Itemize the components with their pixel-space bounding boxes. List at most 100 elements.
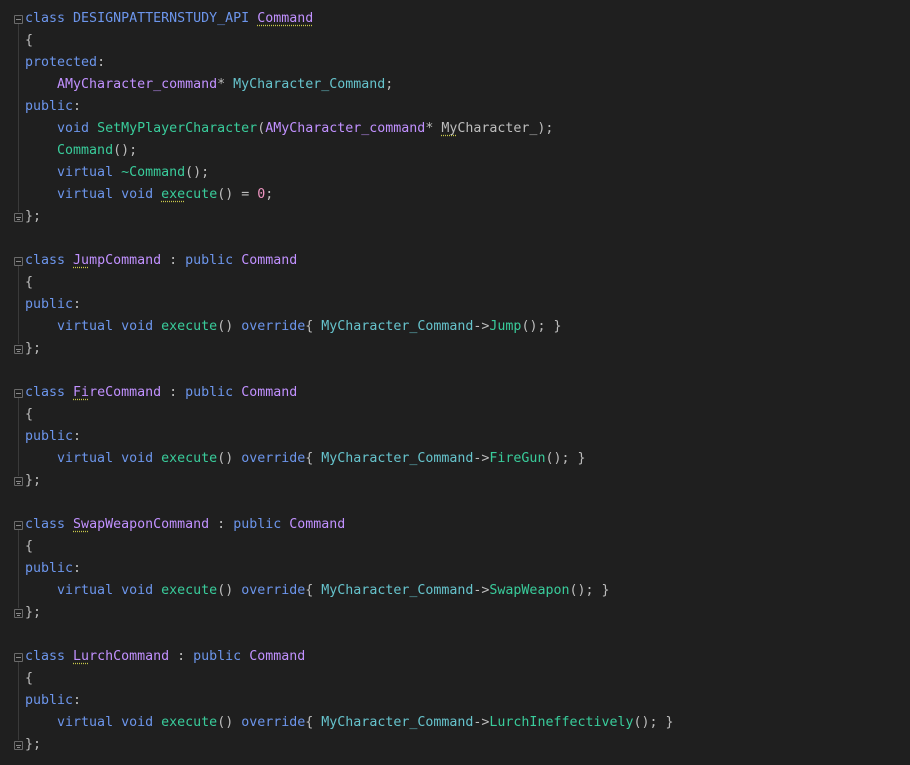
code-token: override	[241, 583, 306, 598]
code-token: execute	[161, 583, 218, 598]
code-token: (); }	[521, 319, 562, 334]
code-line[interactable]: };	[25, 338, 910, 360]
code-token: apWeaponCommand	[89, 517, 210, 532]
code-line[interactable]: Command();	[25, 140, 910, 162]
code-line[interactable]	[25, 492, 910, 514]
code-token: class	[25, 253, 66, 268]
code-line[interactable]: void SetMyPlayerCharacter(AMyCharacter_c…	[25, 118, 910, 140]
fold-guide	[18, 530, 19, 608]
code-line[interactable]: class SwapWeaponCommand : public Command	[25, 514, 910, 536]
code-token: virtual	[57, 165, 114, 180]
code-token: class	[25, 385, 66, 400]
code-line[interactable]: protected:	[25, 52, 910, 74]
code-token: virtual	[57, 187, 114, 202]
code-editor[interactable]: class DESIGNPATTERNSTUDY_API Command { pro…	[0, 0, 910, 765]
code-line[interactable]: class JumpCommand : public Command	[25, 250, 910, 272]
code-line[interactable]	[25, 228, 910, 250]
code-token: class	[25, 517, 66, 532]
code-token: *	[217, 77, 234, 92]
code-line[interactable]: virtual void execute() override{ MyChara…	[25, 580, 910, 602]
code-token: MyCharacter_Command	[321, 451, 474, 466]
fold-collapse-icon[interactable]	[14, 521, 23, 530]
code-line[interactable]: public:	[25, 426, 910, 448]
fold-end-icon[interactable]	[14, 741, 23, 750]
code-token: Character_);	[457, 121, 554, 136]
code-line[interactable]: virtual void execute() override{ MyChara…	[25, 448, 910, 470]
code-line[interactable]	[25, 624, 910, 646]
code-line[interactable]: virtual void execute() override{ MyChara…	[25, 316, 910, 338]
code-token: (); }	[569, 583, 610, 598]
code-token: MyCharacter_Command	[233, 77, 386, 92]
code-line[interactable]: };	[25, 470, 910, 492]
code-token: LurchIneffectively	[489, 715, 634, 730]
code-line[interactable]: public:	[25, 690, 910, 712]
fold-collapse-icon[interactable]	[14, 257, 23, 266]
code-token: execute	[161, 451, 218, 466]
code-token: {	[305, 319, 322, 334]
code-line[interactable]: class LurchCommand : public Command	[25, 646, 910, 668]
code-line[interactable]: virtual void execute() override{ MyChara…	[25, 712, 910, 734]
code-token: class	[25, 649, 66, 664]
code-token: Command	[241, 253, 298, 268]
code-token: ()	[217, 319, 242, 334]
code-line[interactable]: class FireCommand : public Command	[25, 382, 910, 404]
code-token: virtual	[57, 715, 114, 730]
code-line[interactable]: public:	[25, 96, 910, 118]
code-token: execute	[161, 715, 218, 730]
fold-end-icon[interactable]	[14, 213, 23, 222]
code-line[interactable]: virtual ~Command();	[25, 162, 910, 184]
code-token: ;	[265, 187, 274, 202]
code-line[interactable]: };	[25, 602, 910, 624]
code-line[interactable]: {	[25, 30, 910, 52]
code-line[interactable]: {	[25, 536, 910, 558]
code-token: *	[425, 121, 442, 136]
code-line[interactable]: {	[25, 404, 910, 426]
code-line[interactable]	[25, 360, 910, 382]
code-token: Command	[241, 385, 298, 400]
fold-guide	[18, 662, 19, 740]
fold-collapse-icon[interactable]	[14, 389, 23, 398]
code-token: :	[73, 429, 82, 444]
code-token: {	[25, 275, 34, 290]
code-token: My	[441, 121, 458, 136]
code-area[interactable]: class DESIGNPATTERNSTUDY_API Command { pro…	[25, 8, 910, 756]
code-token: rchCommand	[89, 649, 170, 664]
fold-collapse-icon[interactable]	[14, 15, 23, 24]
code-line[interactable]: class DESIGNPATTERNSTUDY_API Command	[25, 8, 910, 30]
code-line[interactable]: public:	[25, 558, 910, 580]
code-line[interactable]: public:	[25, 294, 910, 316]
code-token: void	[121, 319, 154, 334]
code-line[interactable]: virtual void execute() = 0;	[25, 184, 910, 206]
code-line[interactable]: AMyCharacter_command* MyCharacter_Comman…	[25, 74, 910, 96]
code-line[interactable]: };	[25, 206, 910, 228]
code-line[interactable]: {	[25, 272, 910, 294]
code-token: (); }	[633, 715, 674, 730]
code-token: {	[25, 539, 34, 554]
code-line[interactable]: {	[25, 668, 910, 690]
code-token: :	[161, 253, 186, 268]
fold-end-icon[interactable]	[14, 609, 23, 618]
code-token: {	[25, 33, 34, 48]
code-token: cute	[185, 187, 218, 202]
code-token: void	[121, 451, 154, 466]
fold-end-icon[interactable]	[14, 477, 23, 486]
fold-end-icon[interactable]	[14, 345, 23, 354]
fold-collapse-icon[interactable]	[14, 653, 23, 662]
code-token: {	[25, 407, 34, 422]
code-token: Sw	[73, 517, 90, 532]
code-token: exe	[161, 187, 186, 202]
code-token: ;	[385, 77, 394, 92]
code-token: :	[73, 693, 82, 708]
code-token: :	[209, 517, 234, 532]
code-token: {	[305, 583, 322, 598]
code-token: Ju	[73, 253, 90, 268]
code-line[interactable]: };	[25, 734, 910, 756]
